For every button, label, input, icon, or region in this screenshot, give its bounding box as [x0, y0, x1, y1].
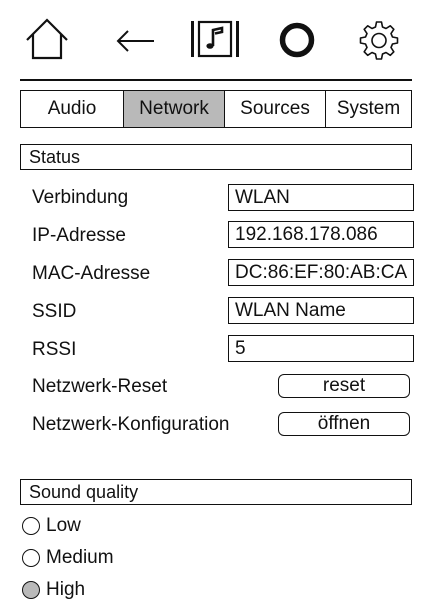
network-config-label: Netzwerk-Konfiguration	[32, 414, 230, 435]
connection-value: WLAN	[228, 184, 414, 211]
ip-address-value: 192.168.178.086	[228, 221, 414, 248]
network-config-open-button[interactable]: öffnen	[278, 412, 410, 436]
radio-high-label: High	[46, 579, 86, 600]
ssid-label: SSID	[32, 301, 77, 322]
radio-high[interactable]	[22, 581, 40, 599]
sound-quality-heading: Sound quality	[20, 479, 412, 505]
rssi-value: 5	[228, 335, 414, 362]
music-note-icon	[191, 20, 239, 58]
ring-icon	[279, 22, 315, 58]
home-button[interactable]	[20, 12, 74, 66]
tab-system[interactable]: System	[326, 91, 411, 127]
ssid-value: WLAN Name	[228, 297, 414, 324]
sound-quality-option-low[interactable]: Low	[22, 513, 81, 539]
arrow-left-icon	[116, 30, 154, 52]
ring-button[interactable]	[270, 12, 324, 66]
radio-low[interactable]	[22, 517, 40, 535]
ip-address-label: IP-Adresse	[32, 225, 126, 246]
rssi-label: RSSI	[32, 339, 77, 360]
radio-low-label: Low	[46, 515, 81, 536]
mac-address-value: DC:86:EF:80:AB:CA	[228, 259, 414, 286]
radio-medium-label: Medium	[46, 547, 114, 568]
now-playing-button[interactable]	[188, 12, 242, 66]
status-section-heading: Status	[20, 144, 412, 170]
top-toolbar	[0, 0, 428, 76]
tab-network[interactable]: Network	[124, 91, 225, 127]
radio-medium[interactable]	[22, 549, 40, 567]
network-reset-button[interactable]: reset	[278, 374, 410, 398]
tab-audio[interactable]: Audio	[21, 91, 124, 127]
network-reset-label: Netzwerk-Reset	[32, 376, 168, 397]
tab-sources[interactable]: Sources	[225, 91, 326, 127]
home-icon	[26, 18, 68, 60]
toolbar-divider	[20, 79, 412, 81]
sound-quality-option-medium[interactable]: Medium	[22, 545, 114, 571]
mac-address-label: MAC-Adresse	[32, 263, 151, 284]
connection-label: Verbindung	[32, 187, 129, 208]
gear-icon	[359, 21, 399, 60]
back-button[interactable]	[108, 12, 162, 66]
tab-bar: Audio Network Sources System	[20, 90, 412, 128]
settings-button[interactable]	[352, 12, 406, 66]
sound-quality-option-high[interactable]: High	[22, 577, 85, 603]
